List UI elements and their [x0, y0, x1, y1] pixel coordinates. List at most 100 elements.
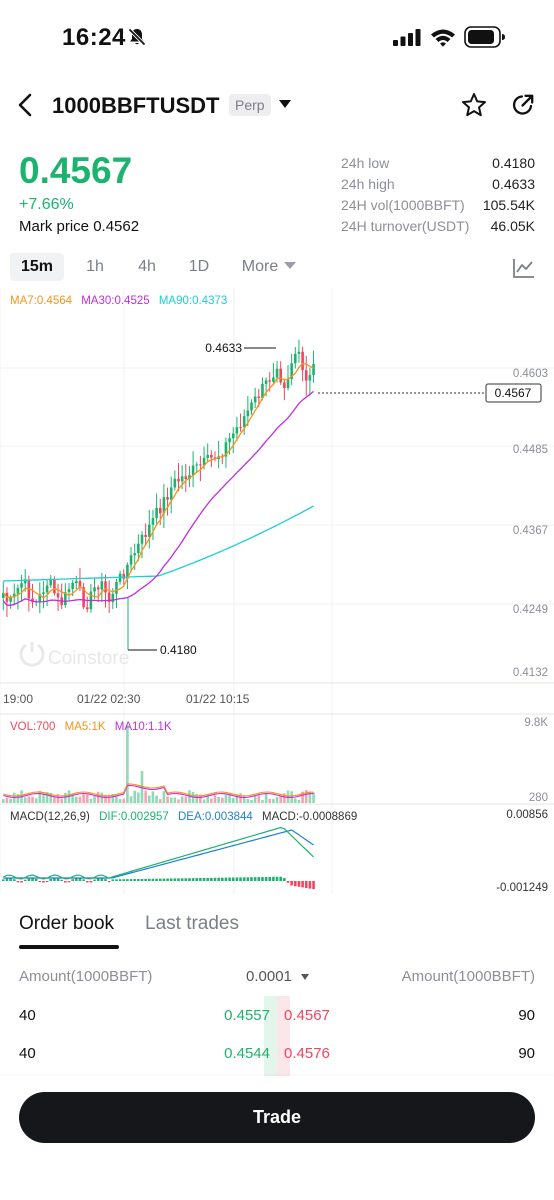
macd-histogram-bar [173, 878, 177, 881]
ask-amount: 90 [518, 1045, 535, 1062]
macd-histogram-bar [53, 878, 56, 881]
candle [301, 351, 304, 371]
price-axis-label: 0.4367 [513, 525, 548, 537]
macd-histogram-bar [38, 881, 42, 883]
macd-histogram-bar [224, 877, 228, 881]
volume-bar [115, 796, 118, 803]
candle [268, 380, 272, 382]
trade-button[interactable]: Trade [19, 1092, 535, 1143]
macd-histogram-bar [301, 881, 304, 888]
ma7-legend: MA7:0.4564 [10, 295, 73, 307]
back-icon[interactable] [14, 92, 38, 118]
ask-price: 0.4576 [284, 1045, 330, 1062]
candle [283, 382, 286, 389]
macd-histogram-bar [5, 878, 9, 881]
macd-histogram-bar [177, 878, 180, 881]
stat-value: 0.4180 [492, 155, 535, 171]
interval-more-label: More [241, 258, 279, 275]
candle [235, 427, 239, 434]
macd-histogram-bar [85, 881, 89, 883]
volume-bar [202, 799, 206, 803]
candle [45, 585, 49, 593]
status-bar: 16:24 [0, 0, 554, 76]
volume-bar [78, 796, 82, 803]
volume-bar [64, 792, 67, 803]
candle [115, 581, 118, 594]
volume-bar [195, 793, 199, 803]
macd-histogram-bar [166, 878, 169, 881]
interval-more[interactable]: More [236, 253, 302, 281]
dea-line [3, 829, 314, 879]
macd-histogram-bar [235, 877, 239, 881]
star-icon[interactable] [461, 92, 487, 118]
caret-down-icon [301, 974, 310, 981]
mark-price-value: 0.4562 [93, 218, 140, 235]
candle [279, 368, 282, 383]
ask-amount: 90 [518, 1007, 535, 1024]
candle [53, 579, 56, 594]
interval-15m[interactable]: 15m [10, 253, 64, 281]
volume-bar [126, 725, 129, 803]
chevron-down-icon[interactable] [278, 99, 292, 109]
share-icon[interactable] [511, 93, 535, 117]
macd-histogram-bar [290, 881, 293, 886]
macd-histogram-bar [60, 879, 63, 881]
macd-histogram-bar [268, 876, 272, 881]
macd-histogram-bar [231, 877, 235, 881]
macd-histogram-bar [228, 877, 231, 881]
interval-1d[interactable]: 1D [181, 253, 217, 281]
volume-bar [129, 796, 133, 803]
macd-histogram-bar [250, 877, 253, 881]
macd-histogram-bar [1, 879, 5, 881]
order-book-row[interactable]: 40 0.4557 0.4567 90 [0, 1007, 554, 1029]
macd-histogram-bar [155, 878, 158, 881]
macd-histogram-bar [144, 878, 147, 881]
precision-value: 0.0001 [246, 968, 292, 985]
macd-histogram-bar [272, 876, 275, 881]
candlestick-chart[interactable]: Coinstore 0.4603 0.4485 0.4367 0.4249 0.4132 1… [0, 288, 554, 894]
interval-1h[interactable]: 1h [78, 253, 112, 281]
time-axis-label: 19:00 [3, 692, 33, 706]
volume-bar [82, 794, 85, 803]
macd-histogram-bar [242, 877, 246, 881]
current-price-label: 0.4567 [495, 386, 532, 400]
candle [122, 573, 126, 579]
candle [246, 410, 250, 417]
bid-price: 0.4544 [224, 1045, 270, 1062]
ma90-line [3, 505, 314, 582]
tab-last-trades[interactable]: Last trades [145, 913, 239, 935]
volume-bar [297, 799, 301, 803]
ma-legend: MA7:0.4564 MA30:0.4525 MA90:0.4373 [10, 295, 233, 307]
macd-histogram-bar [75, 878, 78, 881]
candle [312, 363, 315, 376]
macd-histogram-bar [16, 881, 20, 883]
macd-histogram-bar [279, 876, 282, 881]
candle [184, 476, 188, 479]
interval-4h[interactable]: 4h [130, 253, 164, 281]
precision-selector[interactable]: 0.0001 [246, 968, 310, 985]
volume-bar [27, 796, 31, 803]
macd-histogram-bar [49, 878, 53, 881]
macd-histogram-bar [158, 878, 162, 881]
signal-icon [393, 29, 421, 46]
macd-histogram-bar [151, 878, 155, 881]
macd-histogram-bar [89, 881, 93, 883]
status-time: 16:24 [62, 24, 126, 51]
chart-type-icon[interactable] [512, 257, 536, 279]
candle [180, 476, 184, 482]
bid-amount-header: Amount(1000BBFT) [19, 968, 153, 985]
candle [49, 579, 53, 586]
candle [155, 507, 158, 519]
macd-histogram-bar [82, 879, 85, 881]
candle [239, 427, 242, 429]
mark-price-label: Mark price [19, 218, 90, 235]
order-book-row[interactable]: 40 0.4544 0.4576 90 [0, 1045, 554, 1067]
tab-order-book[interactable]: Order book [19, 913, 114, 935]
volume-bar [53, 797, 56, 803]
pair-name[interactable]: 1000BBFTUSDT [52, 93, 219, 119]
volume-bar [221, 797, 224, 803]
candle [191, 465, 195, 476]
candle [297, 351, 301, 354]
macd-histogram-bar [191, 878, 195, 881]
ask-price: 0.4567 [284, 1007, 330, 1024]
